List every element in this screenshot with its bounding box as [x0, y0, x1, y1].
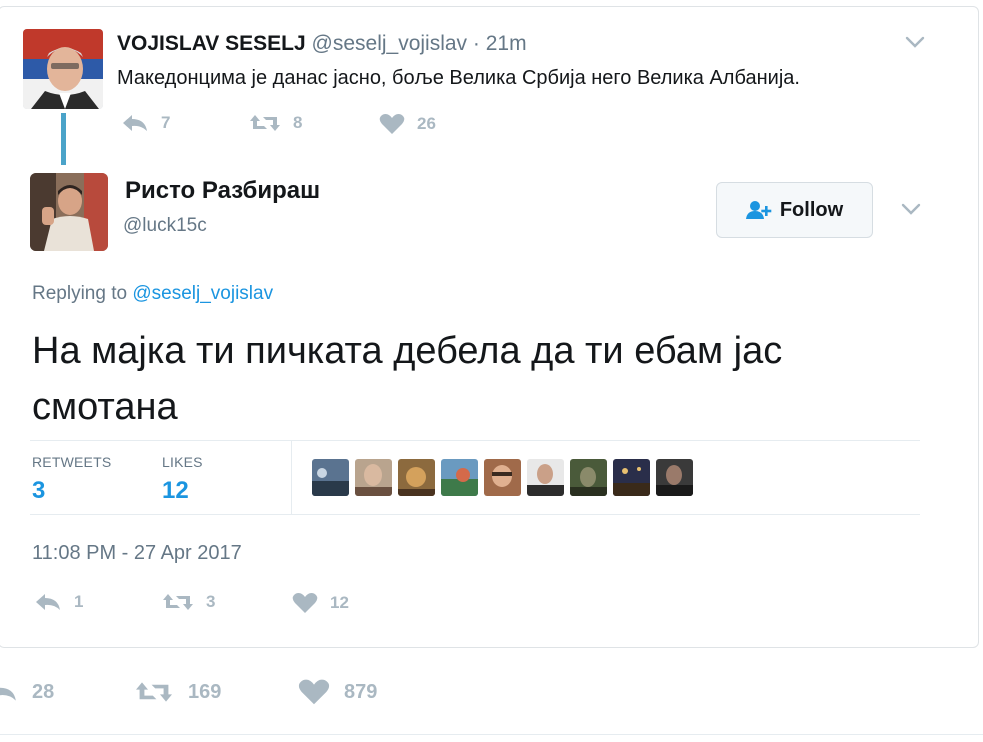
- chevron-down-icon[interactable]: [900, 202, 922, 216]
- outer-reply-count: 28: [32, 680, 55, 703]
- parent-like-count: 26: [417, 114, 436, 133]
- outer-reply-action[interactable]: 28: [0, 680, 54, 704]
- reply-icon: [123, 115, 147, 131]
- liker-avatar[interactable]: [656, 459, 693, 496]
- reply-reply-action[interactable]: 1: [34, 592, 83, 612]
- stats-top-divider: [30, 440, 920, 441]
- likes-label: LIKES: [162, 454, 203, 470]
- parent-like-action[interactable]: 26: [379, 113, 436, 135]
- outer-like-count: 879: [344, 680, 378, 703]
- outer-retweet-action[interactable]: 169: [134, 680, 221, 704]
- liker-avatars: [312, 459, 699, 496]
- reply-icon: [36, 594, 60, 610]
- heart-icon: [379, 113, 405, 134]
- retweet-icon: [163, 594, 193, 610]
- chevron-down-icon[interactable]: [904, 35, 926, 49]
- parent-tweet-time[interactable]: 21m: [486, 32, 527, 55]
- outer-retweet-count: 169: [188, 680, 222, 703]
- liker-avatar[interactable]: [355, 459, 392, 496]
- add-user-icon: [745, 201, 772, 219]
- reply-icon: [0, 687, 16, 701]
- follow-button-label: Follow: [779, 198, 844, 221]
- avatar-seselj[interactable]: [23, 29, 103, 109]
- replying-to-line: Replying to @seselj_vojislav: [32, 283, 273, 305]
- parent-author-name[interactable]: VOJISLAV SESELJ: [117, 32, 306, 55]
- header-separator: ·: [472, 32, 480, 55]
- reply-timestamp[interactable]: 11:08 PM - 27 Apr 2017: [32, 542, 242, 565]
- parent-reply-count: 7: [161, 113, 171, 132]
- retweet-icon: [136, 682, 172, 702]
- replying-to-mention[interactable]: @seselj_vojislav: [132, 283, 273, 304]
- parent-reply-action[interactable]: 7: [121, 113, 170, 133]
- reply-retweet-action[interactable]: 3: [162, 592, 215, 612]
- avatar-risto[interactable]: [30, 173, 108, 251]
- stats-bottom-divider: [30, 514, 920, 515]
- replying-to-prefix: Replying to: [32, 283, 128, 304]
- liker-avatar[interactable]: [527, 459, 564, 496]
- reply-retweet-count: 3: [206, 592, 216, 611]
- thread-connector-line: [61, 113, 66, 165]
- reply-author-name[interactable]: Ристо Разбираш: [125, 177, 320, 205]
- tweet-card: VOJISLAV SESELJ @seselj_vojislav · 21m М…: [0, 6, 979, 648]
- stats-vertical-divider: [291, 440, 292, 514]
- reply-author-handle[interactable]: @luck15c: [123, 215, 207, 237]
- reply-reply-count: 1: [74, 592, 84, 611]
- outer-bottom-divider: [0, 734, 983, 735]
- retweet-icon: [250, 115, 280, 131]
- reply-tweet-text: На мајка ти пичката дебела да ти ебам ја…: [32, 330, 783, 428]
- reply-like-action[interactable]: 12: [292, 592, 349, 614]
- outer-like-action[interactable]: 879: [298, 678, 377, 706]
- reply-like-count: 12: [330, 593, 349, 612]
- heart-icon: [298, 679, 330, 705]
- liker-avatar[interactable]: [484, 459, 521, 496]
- heart-icon: [292, 592, 318, 613]
- liker-avatar[interactable]: [398, 459, 435, 496]
- parent-retweet-count: 8: [293, 113, 303, 132]
- parent-retweet-action[interactable]: 8: [249, 113, 302, 133]
- liker-avatar[interactable]: [312, 459, 349, 496]
- parent-tweet-text: Македонцима је данас јасно, боље Велика …: [117, 67, 800, 89]
- retweets-label: RETWEETS: [32, 454, 112, 470]
- likes-count[interactable]: 12: [162, 477, 189, 505]
- liker-avatar[interactable]: [613, 459, 650, 496]
- parent-author-handle[interactable]: @seselj_vojislav: [312, 32, 468, 55]
- liker-avatar[interactable]: [441, 459, 478, 496]
- follow-button[interactable]: Follow: [716, 182, 873, 238]
- parent-tweet-header: VOJISLAV SESELJ @seselj_vojislav · 21m: [117, 32, 527, 56]
- liker-avatar[interactable]: [570, 459, 607, 496]
- retweets-count[interactable]: 3: [32, 477, 45, 505]
